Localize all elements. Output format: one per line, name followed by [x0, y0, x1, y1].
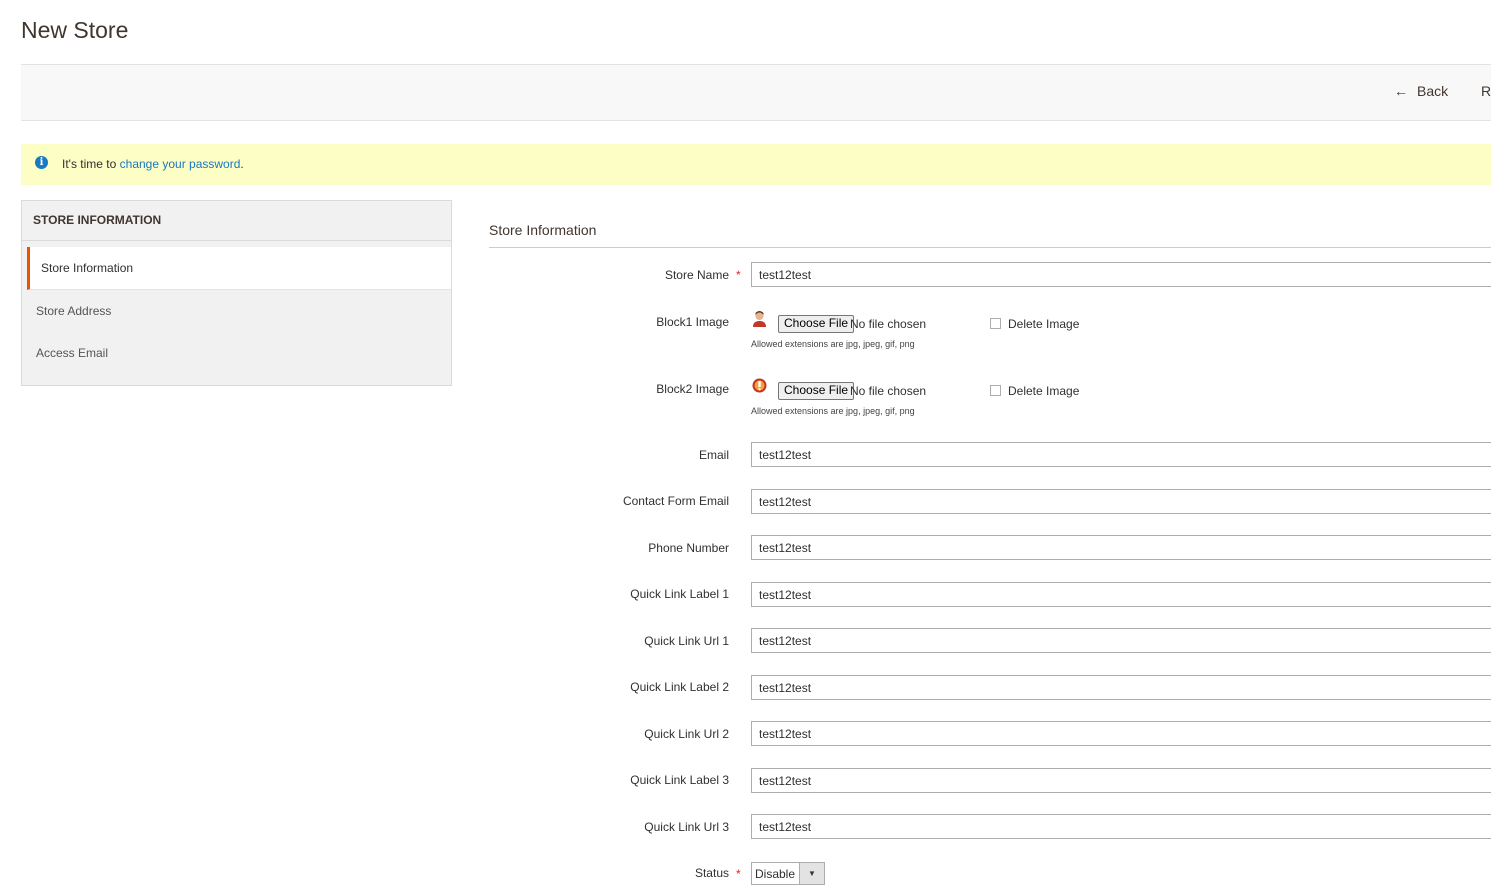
status-select[interactable]: Disable ▼	[751, 862, 825, 885]
status-select-value: Disable	[755, 867, 796, 881]
quick-link-url-2-input[interactable]	[751, 721, 1491, 746]
page-title: New Store	[21, 17, 129, 43]
block2-thumbnail-image	[752, 378, 767, 393]
block2-image-label: Block2 Image	[656, 382, 729, 396]
quick-link-label-1-input[interactable]	[751, 582, 1491, 607]
contact-form-email-input[interactable]	[751, 489, 1491, 514]
block1-delete-checkbox[interactable]	[990, 318, 1001, 329]
notice-message: It's time to change your password.	[62, 157, 244, 171]
required-marker: *	[736, 268, 741, 282]
quick-link-label-1-label: Quick Link Label 1	[630, 587, 729, 601]
back-button[interactable]: ← Back	[1394, 83, 1448, 99]
action-bar: ← Back Re	[21, 64, 1491, 121]
sidebar-item-access-email[interactable]: Access Email	[22, 332, 451, 374]
phone-number-label: Phone Number	[648, 541, 729, 555]
sidebar-item-store-address[interactable]: Store Address	[22, 290, 451, 332]
quick-link-url-3-input[interactable]	[751, 814, 1491, 839]
page: New Store ← Back Re i It's time to chang…	[0, 0, 1491, 895]
reset-button[interactable]: Re	[1481, 83, 1491, 99]
quick-link-url-1-label: Quick Link Url 1	[644, 634, 729, 648]
info-icon: i	[35, 156, 48, 169]
change-password-link[interactable]: change your password	[120, 157, 241, 171]
quick-link-label-2-label: Quick Link Label 2	[630, 680, 729, 694]
notice-prefix: It's time to	[62, 157, 120, 171]
block2-extensions-note: Allowed extensions are jpg, jpeg, gif, p…	[751, 406, 915, 416]
section-divider	[489, 247, 1491, 248]
back-label: Back	[1417, 83, 1449, 99]
block1-thumbnail-image	[752, 310, 767, 327]
contact-form-email-label: Contact Form Email	[622, 494, 729, 508]
block2-choose-file-button[interactable]: Choose File	[778, 382, 855, 400]
status-label: Status	[694, 866, 729, 880]
email-input[interactable]	[751, 442, 1491, 467]
sidebar-item-store-information[interactable]: Store Information	[27, 247, 451, 290]
quick-link-url-3-label: Quick Link Url 3	[644, 820, 729, 834]
quick-link-label-2-input[interactable]	[751, 675, 1491, 700]
password-notice: i It's time to change your password.	[21, 144, 1491, 185]
block1-file-status: No file chosen	[850, 317, 927, 331]
block2-delete-checkbox[interactable]	[990, 385, 1001, 396]
chevron-down-icon: ▼	[799, 863, 824, 884]
store-name-label: Store Name	[664, 268, 729, 282]
sidebar-title: STORE INFORMATION	[22, 201, 451, 241]
quick-link-url-2-label: Quick Link Url 2	[644, 727, 729, 741]
sidebar: STORE INFORMATION Store Information Stor…	[21, 200, 452, 386]
block1-image-label: Block1 Image	[656, 315, 729, 329]
quick-link-label-3-input[interactable]	[751, 768, 1491, 793]
back-arrow-icon: ←	[1394, 83, 1408, 99]
status-required-marker: *	[736, 867, 741, 881]
phone-number-input[interactable]	[751, 535, 1491, 560]
quick-link-label-3-label: Quick Link Label 3	[630, 773, 729, 787]
email-label: Email	[698, 448, 729, 462]
notice-suffix: .	[240, 157, 244, 171]
store-name-input[interactable]	[751, 262, 1491, 287]
section-title: Store Information	[489, 222, 597, 238]
quick-link-url-1-input[interactable]	[751, 628, 1491, 653]
block2-file-status: No file chosen	[850, 384, 927, 398]
block1-delete-label: Delete Image	[1008, 317, 1080, 331]
block2-delete-label: Delete Image	[1008, 384, 1080, 398]
block1-extensions-note: Allowed extensions are jpg, jpeg, gif, p…	[751, 339, 915, 349]
block1-choose-file-button[interactable]: Choose File	[778, 315, 855, 333]
